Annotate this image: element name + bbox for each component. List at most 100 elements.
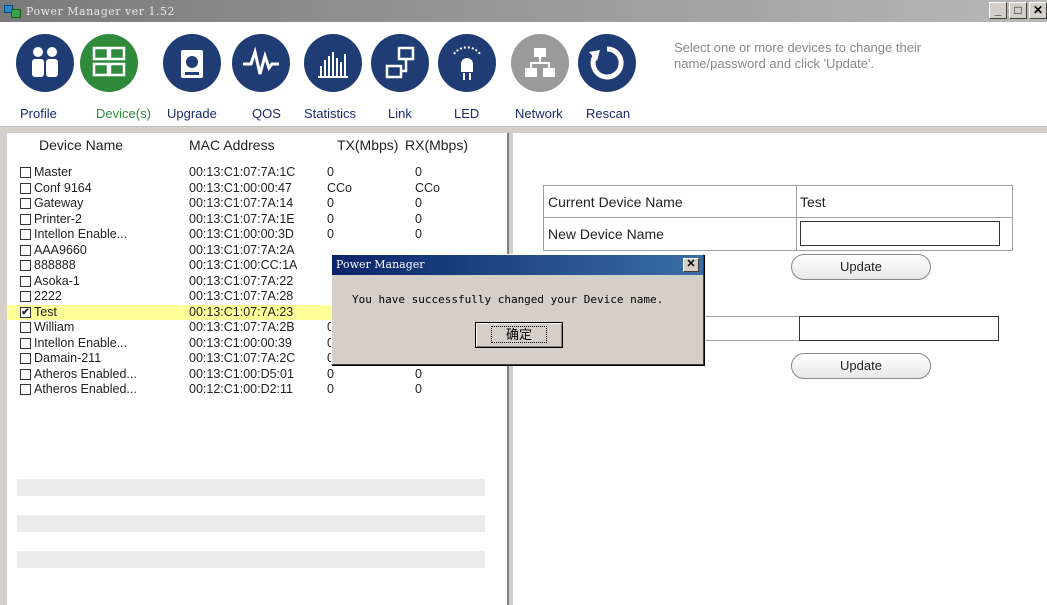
mac-address-cell: 00:13:C1:00:00:3D — [189, 227, 294, 241]
device-checkbox[interactable] — [20, 260, 31, 271]
toolbar-label-upgrade: Upgrade — [167, 106, 217, 121]
network-icon — [511, 34, 569, 92]
new-name-label: New Device Name — [548, 226, 664, 242]
close-button[interactable]: ✕ — [1029, 2, 1047, 19]
upgrade-icon — [163, 34, 221, 92]
maximize-button[interactable]: □ — [1009, 2, 1027, 19]
device-name-cell: Conf 9164 — [34, 180, 92, 195]
device-name-cell: William — [34, 320, 75, 334]
device-list-panel: Device Name MAC Address TX(Mbps) RX(Mbps… — [7, 133, 509, 605]
current-name-label: Current Device Name — [548, 194, 683, 210]
mac-address-cell: 00:13:C1:07:7A:2A — [189, 242, 295, 257]
table-row[interactable]: Atheros Enabled... 00:13:C1:00:D5:01 0 0 — [7, 367, 509, 383]
tx-cell: 0 — [327, 196, 334, 210]
mac-address-cell: 00:13:C1:07:7A:22 — [189, 273, 294, 288]
device-checkbox[interactable] — [20, 337, 31, 349]
window-controls: _ □ ✕ — [987, 2, 1047, 19]
password-input[interactable] — [799, 316, 999, 341]
rx-cell: 0 — [415, 382, 422, 396]
mac-address-cell: 00:13:C1:07:7A:28 — [189, 289, 294, 303]
network-link-icon — [371, 34, 429, 92]
device-name-cell: 888888 — [34, 258, 76, 272]
dialog-close-icon[interactable]: ✕ — [683, 258, 699, 272]
mac-address-cell: 00:13:C1:07:7A:23 — [189, 304, 294, 319]
dialog-title: Power Manager — [332, 255, 703, 275]
device-checkbox[interactable] — [20, 182, 31, 194]
table-row[interactable]: Conf 9164 00:13:C1:00:00:47 CCo CCo — [7, 181, 509, 197]
dialog-message: You have successfully changed your Devic… — [352, 293, 664, 306]
tx-cell: CCo — [327, 180, 353, 195]
column-header-mac-address[interactable]: MAC Address — [189, 137, 275, 153]
column-header-tx[interactable]: TX(Mbps) — [337, 137, 398, 153]
device-checkbox[interactable] — [20, 368, 31, 380]
mac-address-cell: 00:12:C1:00:D2:11 — [189, 382, 294, 396]
dialog-ok-button[interactable]: 确定 — [475, 322, 563, 348]
device-name-cell: Asoka-1 — [34, 273, 80, 288]
mac-address-cell: 00:13:C1:07:7A:14 — [189, 196, 294, 210]
devices-icon — [80, 34, 138, 92]
toolbar-label-devices: Device(s) — [96, 106, 151, 121]
device-checkbox[interactable] — [20, 198, 31, 209]
tx-cell: 0 — [327, 227, 334, 241]
current-name-row: Current Device Name Test — [544, 186, 1012, 218]
device-name-cell: Atheros Enabled... — [34, 366, 137, 381]
minimize-button[interactable]: _ — [989, 2, 1007, 19]
device-checkbox[interactable] — [20, 244, 31, 256]
device-checkbox[interactable] — [20, 384, 31, 395]
window-title: Power Manager ver 1.52 — [26, 4, 175, 18]
toolbar-label-qos: QOS — [252, 106, 281, 121]
title-bar: Power Manager ver 1.52 _ □ ✕ — [0, 0, 1047, 22]
success-dialog: Power Manager ✕ You have successfully ch… — [331, 254, 704, 365]
dialog-ok-label: 确定 — [490, 326, 547, 343]
rx-cell: 0 — [415, 211, 422, 226]
device-name-table: Current Device Name Test New Device Name — [543, 185, 1013, 251]
bar-chart-icon — [304, 34, 362, 92]
toolbar: Profile Device(s) Upgrade QOS Statistics… — [0, 22, 1047, 127]
device-properties-panel: Current Device Name Test New Device Name… — [513, 133, 1047, 605]
app-icon — [4, 3, 22, 19]
update-password-button[interactable]: Update — [791, 353, 931, 379]
device-name-cell: AAA9660 — [34, 242, 87, 257]
device-checkbox[interactable] — [20, 167, 31, 178]
device-name-cell: Damain-211 — [34, 351, 102, 365]
mac-address-cell: 00:13:C1:07:7A:2C — [189, 351, 296, 365]
device-checkbox[interactable] — [20, 291, 31, 302]
device-checkbox[interactable] — [20, 322, 31, 333]
device-name-cell: Printer-2 — [34, 211, 82, 226]
device-checkbox[interactable] — [20, 229, 31, 240]
device-checkbox[interactable] — [20, 275, 31, 287]
toolbar-label-led: LED — [454, 106, 480, 121]
toolbar-label-statistics: Statistics — [304, 106, 357, 121]
table-row[interactable]: Master 00:13:C1:07:7A:1C 0 0 — [7, 165, 509, 181]
device-checkbox[interactable] — [20, 353, 31, 364]
toolbar-label-profile: Profile — [20, 106, 57, 121]
mac-address-cell: 00:13:C1:00:00:39 — [189, 335, 292, 350]
waveform-icon — [232, 34, 290, 92]
mac-address-cell: 00:13:C1:00:00:47 — [189, 180, 292, 195]
device-name-cell: Intellon Enable... — [34, 227, 128, 241]
device-checkbox[interactable]: ✔ — [20, 306, 31, 318]
refresh-icon — [578, 34, 636, 92]
column-header-device-name[interactable]: Device Name — [39, 137, 123, 153]
update-name-button[interactable]: Update — [791, 254, 931, 280]
people-icon — [16, 34, 74, 92]
column-header-rx[interactable]: RX(Mbps) — [405, 137, 468, 153]
rx-cell: 0 — [415, 196, 422, 210]
mac-address-cell: 00:13:C1:07:7A:1C — [189, 165, 296, 179]
rx-cell: CCo — [415, 180, 441, 195]
tx-cell: 0 — [327, 165, 334, 179]
tx-cell: 0 — [327, 366, 334, 381]
device-name-cell: 2222 — [34, 289, 62, 303]
rx-cell: 0 — [415, 366, 422, 381]
toolbar-label-link: Link — [388, 106, 412, 121]
table-row[interactable]: Atheros Enabled... 00:12:C1:00:D2:11 0 0 — [7, 382, 509, 398]
table-row[interactable]: Intellon Enable... 00:13:C1:00:00:3D 0 0 — [7, 227, 509, 243]
table-row[interactable]: Gateway 00:13:C1:07:7A:14 0 0 — [7, 196, 509, 212]
tx-cell: 0 — [327, 211, 334, 226]
device-name-cell: Test — [34, 304, 57, 319]
device-checkbox[interactable] — [20, 213, 31, 225]
new-name-input[interactable] — [800, 221, 1000, 246]
led-icon — [438, 34, 496, 92]
mac-address-cell: 00:13:C1:00:D5:01 — [189, 366, 294, 381]
table-row[interactable]: Printer-2 00:13:C1:07:7A:1E 0 0 — [7, 212, 509, 228]
